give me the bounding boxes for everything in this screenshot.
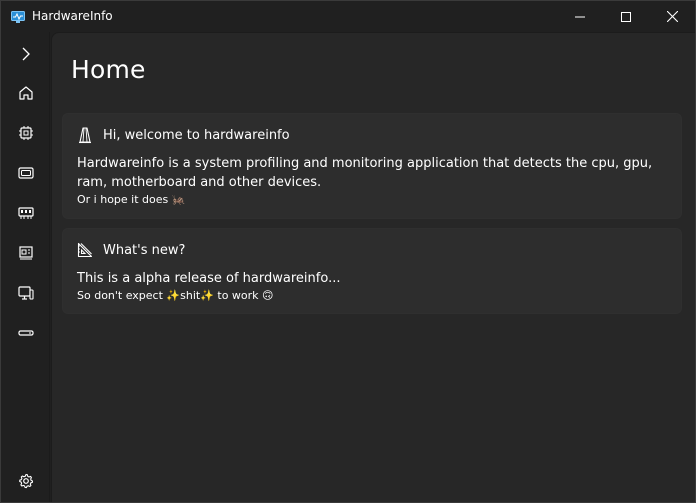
gpu-icon [18, 167, 34, 179]
card-body: Hardwareinfo is a system profiling and m… [77, 156, 653, 190]
card-header: What's new? [77, 241, 185, 259]
app-logo-icon [11, 9, 25, 23]
minimize-button[interactable] [557, 1, 603, 32]
nav-item-settings[interactable] [6, 463, 46, 499]
card-note: So don't expect ✨shit✨ to work 🙃 [77, 289, 274, 302]
motherboard-icon [19, 246, 33, 260]
gear-icon [19, 473, 34, 489]
nav-item-home[interactable] [6, 75, 46, 111]
welcome-card: Hi, welcome to hardwareinfo Hardwareinfo… [62, 113, 682, 219]
devices-icon [18, 286, 34, 300]
nav-item-devices[interactable] [6, 275, 46, 311]
card-header: Hi, welcome to hardwareinfo [77, 126, 290, 144]
title-bar[interactable]: HardwareInfo [1, 1, 695, 32]
nav-item-gpu[interactable] [6, 155, 46, 191]
ruler-icon [77, 241, 93, 259]
nav-expand-button[interactable] [6, 36, 46, 72]
maximize-icon [621, 11, 631, 22]
cpu-icon [19, 126, 33, 140]
card-title: What's new? [103, 242, 186, 258]
nav-item-cpu[interactable] [6, 115, 46, 151]
close-button[interactable] [649, 1, 695, 32]
close-icon [666, 11, 678, 22]
page-title: Home [71, 55, 146, 84]
card-title: Hi, welcome to hardwareinfo [103, 127, 290, 143]
minimize-icon [575, 16, 585, 17]
app-window: HardwareInfo Home Hi, welcome to hardwar… [0, 0, 696, 503]
home-page: Home Hi, welcome to hardwareinfo Hardwar… [51, 32, 695, 502]
home-icon [19, 86, 33, 100]
storage-icon [18, 330, 34, 336]
window-title: HardwareInfo [32, 9, 113, 23]
whats-new-card: What's new? This is a alpha release of h… [62, 228, 682, 314]
card-body: This is a alpha release of hardwareinfo.… [77, 271, 341, 286]
nav-item-motherboard[interactable] [6, 235, 46, 271]
ram-icon [18, 207, 34, 219]
nav-item-ram[interactable] [6, 195, 46, 231]
maximize-button[interactable] [603, 1, 649, 32]
navigation-rail [1, 32, 50, 502]
card-note: Or i hope it does 🦗 [77, 193, 186, 206]
nav-item-storage[interactable] [6, 315, 46, 351]
beacon-icon [77, 126, 93, 144]
chevron-right-icon [22, 47, 30, 61]
